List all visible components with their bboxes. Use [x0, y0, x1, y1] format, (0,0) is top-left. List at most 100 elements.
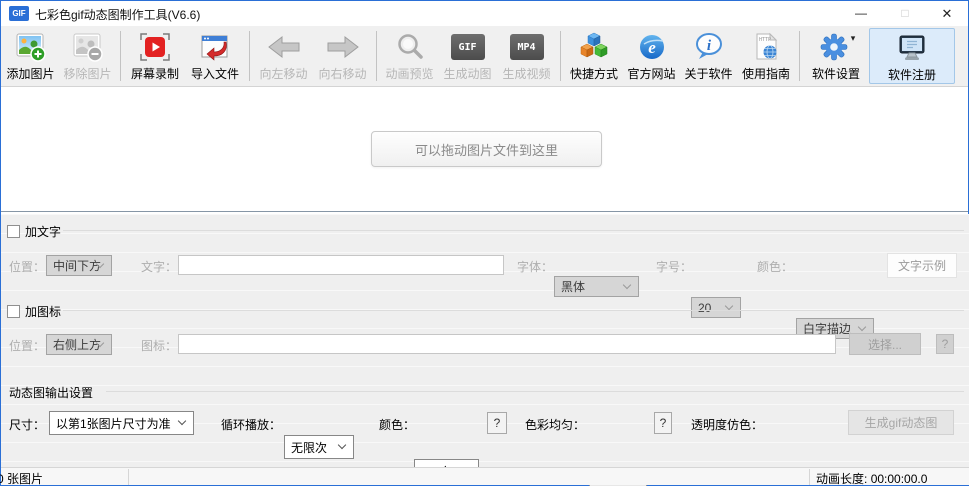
add-icon-controls-row: 位置： 右侧上方 图标： 选择... ?	[1, 333, 969, 357]
mp4-badge-icon: MP4	[509, 30, 544, 64]
chevron-down-icon	[724, 301, 734, 310]
toolbar-button-label: 生成动图	[443, 67, 492, 81]
settings-panel: 加文字 位置： 中间下方 文字： 字体： 黑体 字号： 20 颜色： 白字描边 …	[1, 214, 969, 486]
add-icon-checkbox[interactable]	[7, 305, 20, 318]
toolbar-button-register[interactable]: 软件注册	[869, 28, 955, 84]
minimize-button[interactable]: —	[846, 1, 876, 26]
toolbar-button-screen-record[interactable]: 屏幕录制	[126, 28, 184, 84]
groupbox-line	[106, 391, 964, 392]
toolbar-button-website[interactable]: e 官方网站	[624, 28, 679, 84]
register-icon	[895, 31, 929, 65]
add-icon-group-header: 加图标	[7, 303, 61, 320]
image-count: 0 张图片	[0, 472, 44, 486]
icon-help-button[interactable]: ?	[936, 334, 954, 354]
import-file-icon	[199, 30, 231, 64]
text-size-label: 字号：	[656, 260, 693, 274]
toolbar-button-add-image[interactable]: 添加图片	[3, 28, 58, 84]
svg-text:e: e	[648, 38, 656, 57]
toolbar-button-label: 添加图片	[6, 67, 55, 81]
chevron-down-icon	[857, 322, 867, 331]
move-right-icon	[325, 30, 361, 64]
toolbar-separator	[249, 31, 250, 81]
output-size-label: 尺寸：	[9, 418, 46, 432]
text-font-label: 字体：	[517, 260, 554, 274]
output-controls-row: 尺寸： 以第1张图片尺寸为准 循环播放： 无限次 颜色： 256色 ? 色彩均匀…	[1, 410, 969, 486]
remove-image-icon	[72, 30, 104, 64]
icon-path-label: 图标：	[141, 339, 178, 353]
chevron-down-icon	[177, 416, 187, 426]
statusbar-separator	[128, 469, 129, 485]
icon-path-input[interactable]	[178, 334, 836, 354]
preview-icon	[394, 30, 426, 64]
toolbar-button-make-video[interactable]: MP4 生成视频	[498, 28, 555, 84]
text-color-label: 颜色：	[757, 260, 794, 274]
toolbar-button-label: 屏幕录制	[130, 67, 179, 81]
toolbar-button-import-file[interactable]: 导入文件	[186, 28, 244, 84]
text-position-select[interactable]: 中间下方	[46, 255, 112, 276]
add-image-icon	[15, 30, 47, 64]
add-icon-label: 加图标	[25, 305, 62, 319]
duration-label: 动画长度:	[816, 472, 868, 486]
image-list-area: 可以拖动图片文件到这里	[1, 87, 968, 212]
window-title: 七彩色gif动态图制作工具(V6.6)	[35, 8, 201, 22]
toolbar-button-label: 软件设置	[811, 67, 860, 81]
output-size-select[interactable]: 以第1张图片尺寸为准	[49, 411, 194, 435]
loop-select[interactable]: 无限次	[284, 435, 354, 459]
toolbar-button-move-left[interactable]: 向左移动	[255, 28, 312, 84]
toolbar-button-label: 生成视频	[502, 67, 551, 81]
animation-duration: 动画长度: 00:00:00.0	[816, 470, 927, 486]
close-button[interactable]: ✕	[932, 1, 962, 26]
shortcut-icon	[578, 30, 610, 64]
chevron-down-icon	[337, 440, 347, 450]
toolbar-button-label: 快捷方式	[569, 67, 618, 81]
toolbar-button-preview[interactable]: 动画预览	[382, 28, 437, 84]
app-window: GIF 七彩色gif动态图制作工具(V6.6) — □ ✕ 添加图片 移除图片 …	[0, 0, 969, 486]
app-logo-icon: GIF	[9, 6, 29, 21]
toolbar-button-move-right[interactable]: 向右移动	[314, 28, 371, 84]
website-icon: e	[636, 30, 668, 64]
toolbar: 添加图片 移除图片 屏幕录制 导入文件 向左移动 向右移动 动画预览 GIF 生…	[1, 26, 968, 87]
toolbar-button-label: 软件注册	[887, 68, 936, 82]
text-sample-button[interactable]: 文字示例	[887, 253, 957, 278]
add-text-group-header: 加文字	[7, 223, 61, 240]
guide-icon: HTTP	[750, 30, 782, 64]
text-font-select[interactable]: 黑体	[554, 276, 639, 297]
move-left-icon	[266, 30, 302, 64]
drop-files-button[interactable]: 可以拖动图片文件到这里	[371, 131, 602, 167]
loop-label: 循环播放：	[221, 418, 282, 432]
toolbar-button-settings[interactable]: ▾ 软件设置	[805, 28, 867, 84]
add-text-checkbox[interactable]	[7, 225, 20, 238]
settings-icon: ▾	[818, 30, 855, 64]
generate-gif-button[interactable]: 生成gif动态图	[848, 410, 954, 435]
chevron-down-icon: ▾	[850, 32, 856, 43]
icon-position-label: 位置：	[9, 339, 46, 353]
toolbar-button-guide[interactable]: HTTP 使用指南	[738, 28, 794, 84]
toolbar-button-label: 关于软件	[684, 67, 733, 81]
text-size-select[interactable]: 20	[691, 297, 741, 318]
screen-record-icon	[139, 30, 171, 64]
toolbar-button-shortcut[interactable]: 快捷方式	[566, 28, 622, 84]
icon-position-select[interactable]: 右侧上方	[46, 334, 112, 355]
toolbar-button-make-gif[interactable]: GIF 生成动图	[439, 28, 496, 84]
toolbar-button-label: 向右移动	[318, 67, 367, 81]
duration-value: 00:00:00.0	[870, 472, 928, 486]
toolbar-button-remove-image[interactable]: 移除图片	[60, 28, 115, 84]
transparency-label: 透明度仿色：	[691, 418, 764, 432]
add-text-label: 加文字	[25, 225, 62, 239]
uniform-help-button[interactable]: ?	[654, 412, 672, 434]
output-settings-title: 动态图输出设置	[9, 386, 94, 400]
toolbar-separator	[560, 31, 561, 81]
toolbar-button-label: 导入文件	[190, 67, 239, 81]
toolbar-button-label: 使用指南	[741, 67, 790, 81]
text-position-label: 位置：	[9, 260, 46, 274]
groupbox-line	[63, 310, 964, 311]
color-help-button[interactable]: ?	[487, 412, 507, 434]
gif-badge-icon: GIF	[450, 30, 485, 64]
add-text-controls-row: 位置： 中间下方 文字： 字体： 黑体 字号： 20 颜色： 白字描边 文字示例	[1, 253, 969, 339]
status-bar: 0 张图片 动画长度: 00:00:00.0	[0, 467, 969, 486]
text-content-input[interactable]	[178, 255, 504, 275]
maximize-button[interactable]: □	[890, 1, 920, 26]
chevron-down-icon	[622, 280, 632, 289]
icon-choose-button[interactable]: 选择...	[849, 333, 921, 355]
toolbar-button-about[interactable]: i 关于软件	[681, 28, 736, 84]
